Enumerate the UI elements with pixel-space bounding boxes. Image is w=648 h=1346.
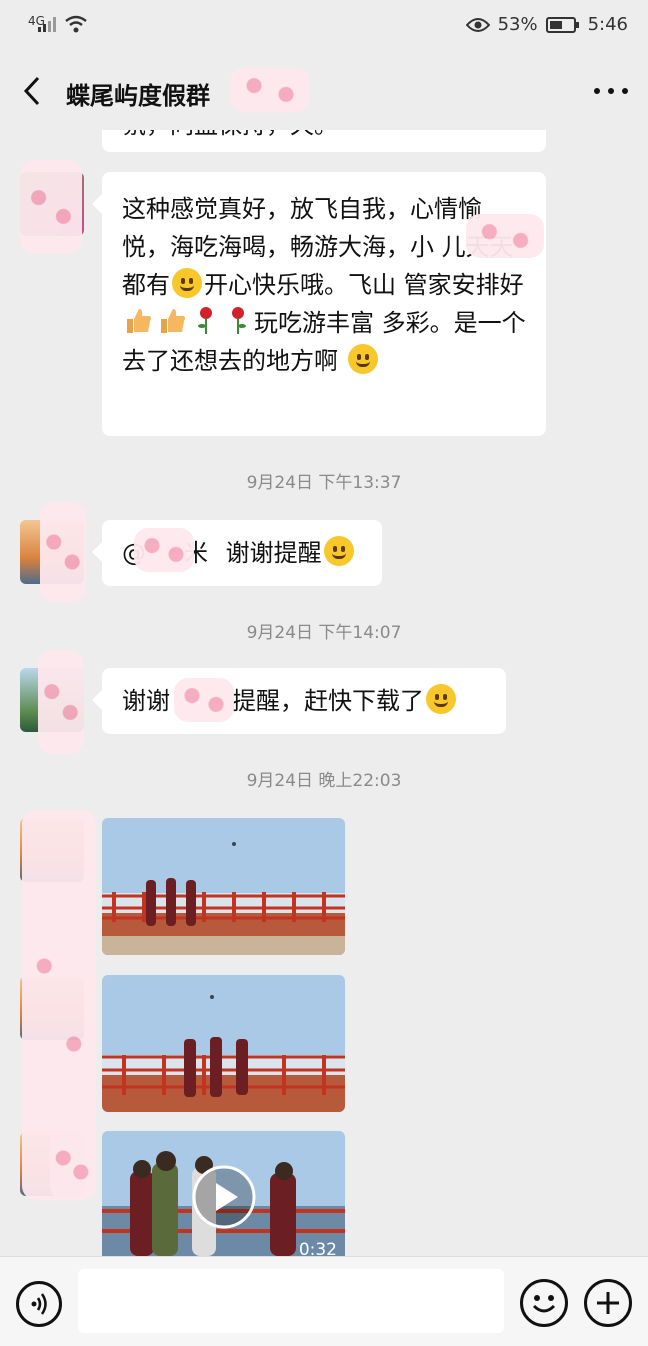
timestamp: 9月24日 下午13:37 [246,473,402,493]
redaction-sticker [174,678,234,722]
photo-image [102,975,345,1112]
message-bubble[interactable]: 谢谢 提醒，赶快下载了 [92,668,506,734]
voice-icon[interactable] [16,1281,62,1327]
video-duration: 0:32 [298,1240,337,1256]
signal-icon [38,17,56,32]
message-text: 玩吃游丰富 [254,309,374,337]
message-bubble[interactable]: 这种感觉真好，放飞自我，心情愉悦，海吃海喝，畅游大海，小 儿天天都有开心快乐哦。… [92,172,546,436]
redaction-sticker [50,1130,94,1200]
rose-icon [232,307,246,334]
video-thumbnail [102,1131,345,1256]
wifi-icon [65,15,87,33]
input-bar [0,1256,648,1346]
image-message[interactable] [102,818,345,955]
thinking-emoji-icon [172,268,202,298]
thumbs-up-icon [161,309,185,333]
thumbs-up-icon [127,309,151,333]
redaction-sticker [38,650,84,754]
video-message[interactable]: 0:32 [102,1131,345,1256]
redaction-sticker [20,160,82,254]
redaction-sticker [40,502,86,602]
battery-icon [545,16,579,33]
redaction-sticker [466,214,544,258]
rose-icon [198,307,212,334]
chat-header: 蝶尾屿度假群 [0,52,648,130]
message-text: 开心快乐哦。飞山 [204,271,396,299]
redaction-sticker [230,68,310,112]
timestamp: 9月24日 下午14:07 [246,623,402,643]
more-dots-icon[interactable] [594,74,628,108]
message-text: 氛，同蓝保持，天。 [122,130,338,139]
smile-emoji-icon [323,536,354,566]
message-text: 谢谢提醒 [225,539,322,567]
message-list[interactable]: 氛，同蓝保持，天。 这种感觉真好，放飞自我，心情愉悦，海吃海喝，畅游大海，小 儿… [0,130,648,1256]
message-input[interactable] [78,1269,504,1333]
chevron-left-icon[interactable] [18,74,48,108]
eye-icon [465,17,490,32]
smile-icon[interactable] [520,1279,568,1327]
plus-icon[interactable] [584,1279,632,1327]
smile-emoji-icon [426,684,456,714]
status-bar: 4G 53% 5:46 [0,0,648,52]
redaction-sticker [134,528,194,572]
message-text: 谢谢 [122,687,170,715]
battery-percent: 53% [497,14,538,35]
clock: 5:46 [587,14,628,35]
grin-emoji-icon [347,344,378,374]
message-text: 管家安排好 [403,271,524,299]
message-text: 提醒，赶快下载了 [232,687,424,715]
timestamp: 9月24日 晚上22:03 [246,771,402,791]
image-message[interactable] [102,975,345,1112]
chat-title: 蝶尾屿度假群 [66,82,210,110]
message-text: 这种感觉真好，放飞自我，心情愉悦，海吃海喝，畅游大海，小 [122,195,482,261]
message-bubble[interactable]: 氛，同蓝保持，天。 [102,130,546,152]
photo-image [102,818,345,955]
